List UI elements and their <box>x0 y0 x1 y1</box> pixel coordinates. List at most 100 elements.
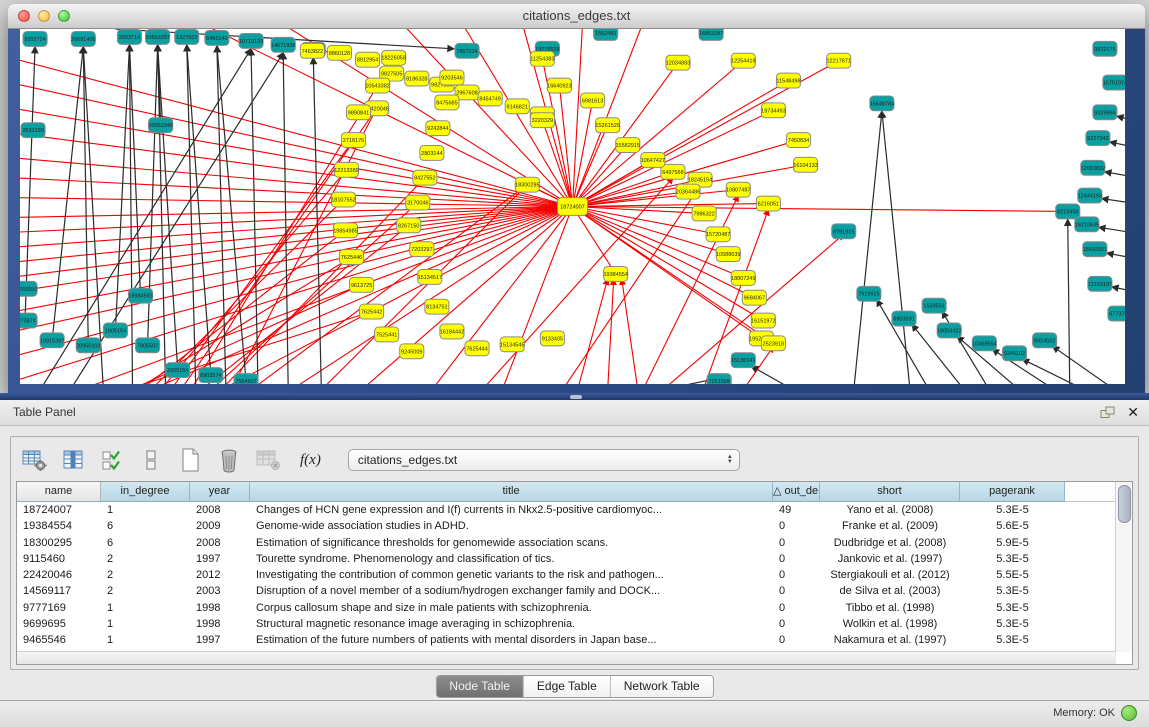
column-header-pagerank[interactable]: pagerank <box>960 482 1065 502</box>
table-cell[interactable]: 9115460 <box>17 551 101 567</box>
table-row[interactable]: 1456911722003Disruption of a novel membe… <box>17 583 1116 599</box>
graph-node[interactable]: 9133405 <box>540 331 564 346</box>
table-cell[interactable]: 5.3E-5 <box>960 616 1065 632</box>
vertical-scrollbar[interactable] <box>1115 482 1132 652</box>
graph-node[interactable]: 11254383 <box>530 51 554 66</box>
table-cell[interactable]: 49 <box>773 502 820 518</box>
new-document-button[interactable] <box>175 446 205 474</box>
function-builder-icon[interactable]: f(x) <box>300 452 321 469</box>
graph-node[interactable]: 7625446 <box>339 250 363 265</box>
close-panel-icon[interactable]: ✕ <box>1127 404 1139 420</box>
table-cell[interactable]: 0 <box>773 616 820 632</box>
graph-node[interactable]: 10719139 <box>239 33 264 48</box>
graph-node[interactable]: 8903574 <box>199 368 223 383</box>
graph-node[interactable]: 12254419 <box>731 53 756 68</box>
graph-node[interactable]: 16104133 <box>793 157 818 172</box>
graph-node[interactable]: 9227343 <box>1086 131 1110 146</box>
graph-node[interactable]: 8924502 <box>1033 333 1057 348</box>
table-cell[interactable]: 5.9E-5 <box>960 535 1065 551</box>
table-cell[interactable]: 18300295 <box>17 535 101 551</box>
graph-node[interactable]: 20955103 <box>76 338 101 353</box>
graph-node[interactable]: 16853287 <box>699 29 724 40</box>
table-cell[interactable]: 6 <box>101 535 190 551</box>
graph-node[interactable]: 10469554 <box>972 336 997 351</box>
table-cell[interactable]: 2012 <box>190 567 250 583</box>
table-cell[interactable]: Tibbo et al. (1998) <box>820 600 960 616</box>
graph-node[interactable]: 7919915 <box>857 286 881 301</box>
table-cell[interactable]: 2 <box>101 567 190 583</box>
graph-node[interactable]: 8791915 <box>832 224 856 239</box>
graph-node[interactable]: 15720487 <box>706 227 731 242</box>
table-cell[interactable]: 2008 <box>190 535 250 551</box>
tab-network-table[interactable]: Network Table <box>611 676 713 697</box>
table-cell[interactable]: 1 <box>101 502 190 518</box>
graph-node[interactable]: 12444158 <box>1078 188 1103 203</box>
graph-node[interactable]: 7625444 <box>465 341 489 356</box>
graph-node[interactable]: 10588639 <box>716 247 741 262</box>
window-titlebar[interactable]: citations_edges.txt <box>8 4 1145 29</box>
graph-node[interactable]: 7463822 <box>300 43 324 58</box>
column-header-outde[interactable]: △ out_de... <box>773 482 820 502</box>
graph-node[interactable]: 10653287 <box>145 29 170 44</box>
table-cell[interactable]: 0 <box>773 535 820 551</box>
graph-node[interactable]: 15134545 <box>500 337 525 352</box>
table-row[interactable]: 977716911998Corpus callosum shape and si… <box>17 600 1116 616</box>
graph-node[interactable]: 9073874 <box>20 313 37 328</box>
graph-node[interactable]: 12034883 <box>666 55 691 70</box>
graph-node[interactable]: 9355724 <box>23 31 47 46</box>
table-cell[interactable]: 18724007 <box>17 502 101 518</box>
horizontal-scrollbar[interactable] <box>17 651 1116 664</box>
graph-node[interactable]: 9822175 <box>1093 41 1117 56</box>
table-cell[interactable]: 5.3E-5 <box>960 551 1065 567</box>
graph-node[interactable]: 7450834 <box>786 133 810 148</box>
table-cell[interactable]: de Silva et al. (2003) <box>820 583 960 599</box>
graph-node[interactable]: 12093832 <box>1081 160 1106 175</box>
graph-node[interactable]: 18300295 <box>515 177 540 192</box>
table-cell[interactable]: 2 <box>101 551 190 567</box>
graph-node[interactable]: 9203546 <box>440 70 464 85</box>
graph-node[interactable]: 20053346 <box>148 118 173 133</box>
tab-node-table[interactable]: Node Table <box>436 676 524 697</box>
graph-node[interactable]: 15692951 <box>1083 242 1108 257</box>
table-cell[interactable]: 1997 <box>190 632 250 648</box>
table-cell[interactable]: Wolkin et al. (1998) <box>820 616 960 632</box>
table-cell[interactable]: 9465546 <box>17 632 101 648</box>
graph-node[interactable]: 2718176 <box>341 133 365 148</box>
graph-node[interactable]: 7905507 <box>136 338 160 353</box>
graph-node[interactable]: 10543382 <box>365 78 390 93</box>
table-cell[interactable]: 0 <box>773 567 820 583</box>
graph-node[interactable]: 8215958 <box>1056 204 1080 219</box>
graph-node[interactable]: 18984593 <box>128 288 153 303</box>
table-cell[interactable]: 5.3E-5 <box>960 600 1065 616</box>
graph-node[interactable]: 9684067 <box>742 290 766 305</box>
graph-node[interactable]: 8903591 <box>892 311 916 326</box>
graph-node[interactable]: 8427552 <box>413 170 437 185</box>
table-cell[interactable]: Changes of HCN gene expression and I(f) … <box>250 502 773 518</box>
table-row[interactable]: 1872400712008Changes of HCN gene express… <box>17 502 1116 518</box>
graph-node[interactable]: 3220329 <box>530 113 554 128</box>
graph-node[interactable]: 18807249 <box>731 270 756 285</box>
table-cell[interactable]: 5.3E-5 <box>960 632 1065 648</box>
graph-node[interactable]: 1552483 <box>594 29 618 40</box>
graph-node[interactable]: 12213389 <box>334 162 359 177</box>
graph-node[interactable]: 20364486 <box>676 184 701 199</box>
table-cell[interactable]: Structural magnetic resonance image aver… <box>250 616 773 632</box>
graph-node[interactable]: 3170046 <box>406 195 430 210</box>
table-cell[interactable]: 0 <box>773 632 820 648</box>
graph-node[interactable]: 9146821 <box>505 99 529 114</box>
table-cell[interactable]: Franke et al. (2009) <box>820 518 960 534</box>
table-cell[interactable]: 6 <box>101 518 190 534</box>
table-cell[interactable]: Nakamura et al. (1997) <box>820 632 960 648</box>
table-cell[interactable]: 22420046 <box>17 567 101 583</box>
graph-node[interactable]: 6216051 <box>756 196 780 211</box>
graph-node[interactable]: 7554907 <box>234 374 258 384</box>
graph-node[interactable]: 8454749 <box>478 91 502 106</box>
table-cell[interactable]: 9777169 <box>17 600 101 616</box>
table-cell[interactable]: 2 <box>101 583 190 599</box>
graph-node[interactable]: 12103197 <box>1088 276 1113 291</box>
graph-node[interactable]: 15582915 <box>615 138 640 153</box>
table-cell[interactable]: 1998 <box>190 600 250 616</box>
graph-node[interactable]: 7203297 <box>410 242 434 257</box>
graph-node[interactable]: 9245102 <box>1002 346 1026 361</box>
graph-node[interactable]: 2905154 <box>166 363 190 378</box>
